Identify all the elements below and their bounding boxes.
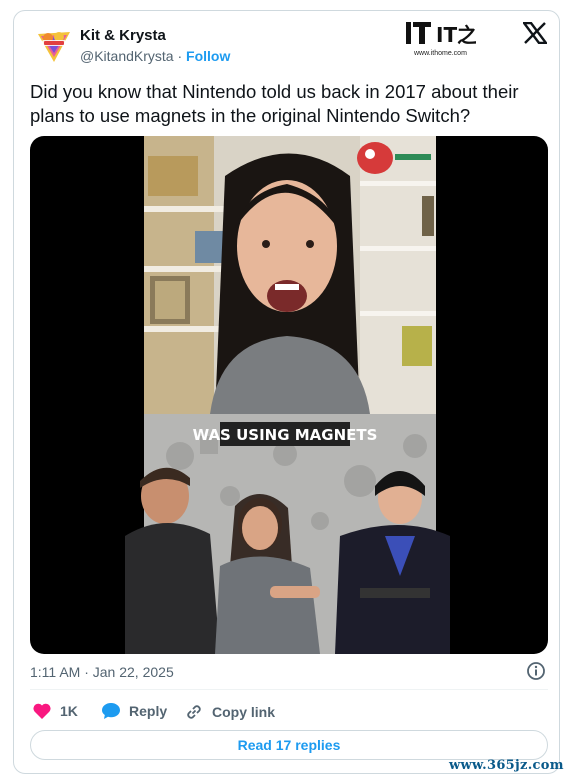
- x-logo-icon[interactable]: [521, 21, 549, 45]
- reply-label: Reply: [129, 703, 168, 719]
- info-icon[interactable]: [526, 661, 546, 681]
- reply-bubble-icon: [102, 703, 120, 719]
- site-watermark: www.365jz.com: [449, 758, 564, 773]
- ithome-site: www.ithome.com: [414, 50, 467, 57]
- follow-button[interactable]: Follow: [186, 48, 230, 64]
- tweet-video[interactable]: WAS USING MAGNETS: [30, 136, 548, 654]
- reply-button[interactable]: Reply: [101, 702, 167, 720]
- ithome-logo-icon: IT之家: [406, 22, 498, 47]
- avatar[interactable]: [34, 26, 74, 66]
- author-name[interactable]: Kit & Krysta: [80, 27, 166, 44]
- like-button[interactable]: 1K: [32, 702, 78, 720]
- like-count: 1K: [60, 703, 78, 719]
- handle-separator: ·: [177, 48, 183, 64]
- video-frame: WAS USING MAGNETS: [125, 136, 450, 654]
- read-replies-button[interactable]: Read 17 replies: [30, 730, 548, 760]
- link-icon: [187, 705, 201, 719]
- author-handle-row: @KitandKrysta · Follow: [80, 48, 230, 64]
- heart-icon: [33, 703, 51, 719]
- tweet-text: Did you know that Nintendo told us back …: [30, 81, 519, 126]
- copy-link-button[interactable]: Copy link: [184, 702, 275, 722]
- copy-link-label: Copy link: [212, 704, 276, 720]
- tweet-timestamp[interactable]: 1:11 AM · Jan 22, 2025: [30, 664, 174, 680]
- author-handle[interactable]: @KitandKrysta: [80, 48, 174, 64]
- ithome-logo-text: IT之家: [436, 23, 476, 47]
- actions-divider: [30, 689, 548, 690]
- ithome-logo: IT之家 www.ithome.com: [404, 20, 498, 60]
- video-caption: WAS USING MAGNETS: [193, 426, 378, 444]
